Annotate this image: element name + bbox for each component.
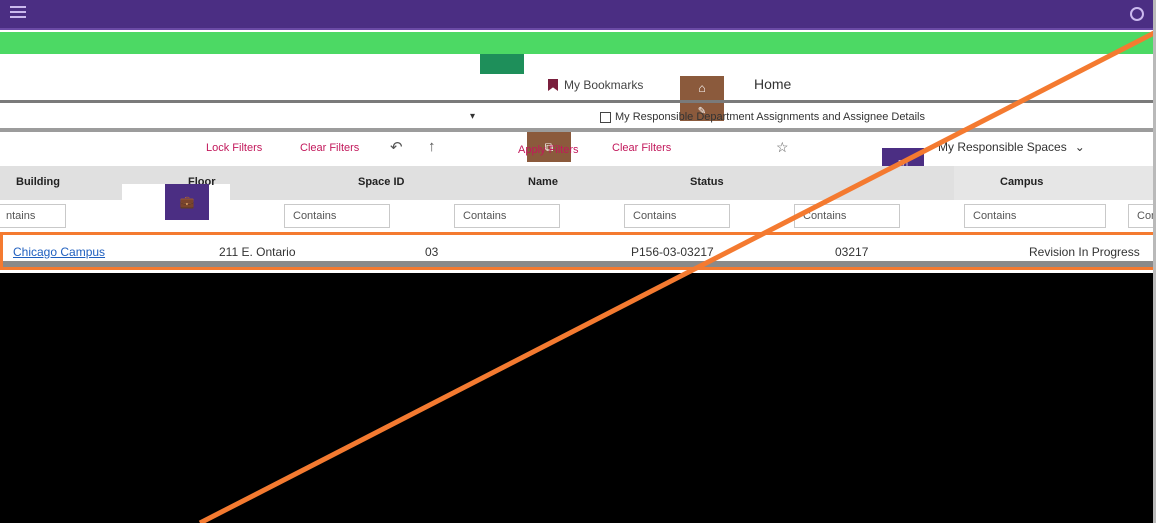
tab-dept-assignments[interactable]: My Responsible Department Assignments an… [600, 111, 925, 123]
toolbar: Lock Filters Clear Filters ↶ ↑ ⧉ Apply F… [0, 132, 1156, 182]
column-header-building[interactable]: Building [16, 176, 60, 188]
filter-input-floor[interactable]: Contains [284, 204, 390, 228]
arrow-up-icon[interactable]: ↑ [428, 138, 436, 155]
filter-input-status[interactable]: Contains [794, 204, 900, 228]
cell-building: 211 E. Ontario [219, 245, 296, 259]
filter-input-extra[interactable]: Contains [1128, 204, 1156, 228]
tab-dept-assignments-label: My Responsible Department Assignments an… [615, 111, 925, 123]
campus-header-cell: Campus [954, 166, 1156, 200]
clear-filters-button-2[interactable]: Clear Filters [612, 142, 671, 154]
filter-input-building[interactable]: ntains [0, 204, 66, 228]
clear-filters-button[interactable]: Clear Filters [300, 142, 359, 154]
chevron-down-icon: ⌄ [1074, 140, 1085, 154]
cell-status: Revision In Progress [1029, 245, 1140, 259]
filter-input-name[interactable]: Contains [624, 204, 730, 228]
column-header-campus[interactable]: Campus [1000, 176, 1043, 188]
home-icon: ⌂ [698, 81, 706, 95]
table-row[interactable]: Chicago Campus 211 E. Ontario 03 P156-03… [0, 232, 1156, 270]
tab-row: ✎ ▾ My Responsible Department Assignment… [0, 103, 1156, 129]
star-icon[interactable]: ☆ [776, 139, 789, 156]
bookmarks-link[interactable]: My Bookmarks [548, 78, 643, 92]
menu-icon[interactable] [10, 6, 26, 20]
column-header-space-id[interactable]: Space ID [358, 176, 404, 188]
apply-filters-button[interactable]: Apply Filters [518, 144, 579, 156]
bookmark-icon [548, 79, 558, 91]
caret-down-icon[interactable]: ▾ [470, 111, 475, 122]
green-tile [480, 54, 524, 74]
campus-link[interactable]: Chicago Campus [13, 245, 105, 259]
filter-input-campus[interactable]: Contains [964, 204, 1106, 228]
briefcase-icon: 💼 [179, 195, 195, 209]
cell-floor: 03 [425, 245, 439, 259]
top-bar [0, 0, 1156, 30]
filter-row: ntains 💼 Contains Contains Contains Cont… [0, 184, 1156, 230]
view-select[interactable]: My Responsible Spaces ⌄ [938, 140, 1085, 154]
home-button[interactable]: ⌂ [680, 76, 724, 100]
nav-row: My Bookmarks ⌂ Home [0, 54, 1156, 100]
user-icon[interactable] [1130, 7, 1144, 21]
cell-name: 03217 [835, 245, 869, 259]
home-label[interactable]: Home [754, 76, 791, 92]
empty-table-area [0, 273, 1156, 523]
undo-icon[interactable]: ↶ [390, 138, 403, 156]
checkbox-icon [600, 111, 611, 123]
column-header-status[interactable]: Status [690, 176, 724, 188]
briefcase-button[interactable]: 💼 [165, 184, 209, 220]
lock-filters-button[interactable]: Lock Filters [206, 142, 262, 154]
app-window: My Bookmarks ⌂ Home ✎ ▾ My Responsible D… [0, 0, 1156, 523]
column-header-name[interactable]: Name [528, 176, 558, 188]
row-divider [3, 261, 1153, 267]
bookmarks-label: My Bookmarks [564, 78, 644, 92]
filter-input-space-id[interactable]: Contains [454, 204, 560, 228]
status-band [0, 32, 1156, 54]
view-select-value: My Responsible Spaces [938, 140, 1067, 154]
cell-space-id: P156-03-03217 [631, 245, 714, 259]
